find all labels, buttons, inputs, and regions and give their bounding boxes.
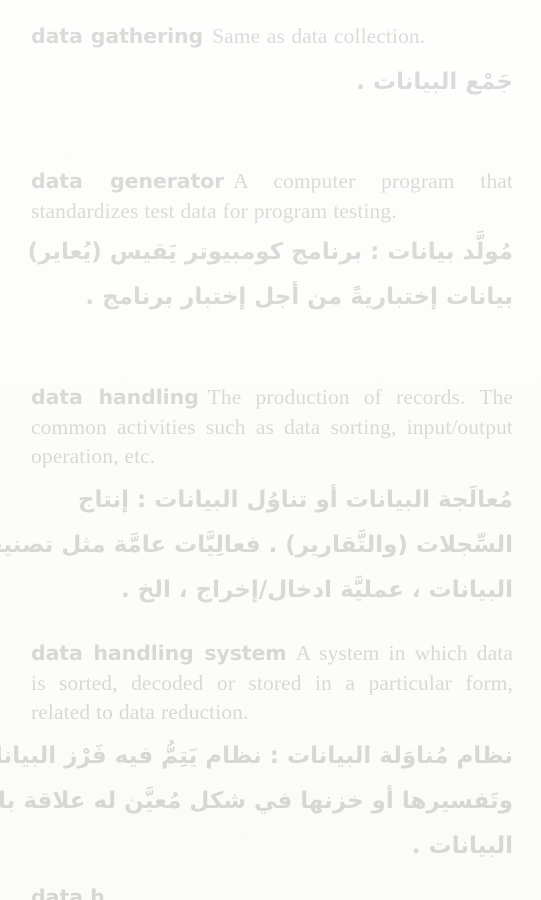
arabic-gloss: جَمْع البيانات . bbox=[31, 60, 513, 105]
entry-headword: data generator bbox=[31, 169, 225, 193]
arabic-gloss: نظام مُناوَلة البيانات : نظام يَتِمُّ في… bbox=[0, 734, 513, 869]
entry-headword: data handling bbox=[31, 385, 199, 409]
arabic-gloss-line: البيانات ، عمليَّة ادخال/إخراج ، الخ . bbox=[120, 576, 513, 603]
entry-definition: data handling system A system in which da… bbox=[31, 639, 513, 728]
dictionary-entry-partial: data h bbox=[31, 884, 513, 900]
dictionary-entry: data generator A computer program that st… bbox=[27, 167, 513, 320]
entry-definition-text: Same as data collection. bbox=[212, 24, 426, 48]
arabic-gloss: مُعالَجة البيانات أو تناوُل البيانات : إ… bbox=[0, 478, 513, 613]
dictionary-entry: data gathering Same as data collection. ج… bbox=[31, 22, 513, 105]
dictionary-entry: data handling The production of records. … bbox=[0, 383, 513, 613]
arabic-gloss-line: مُعالَجة البيانات أو تناوُل البيانات : إ… bbox=[77, 486, 513, 513]
arabic-gloss-line: وتَفسيرها أو خزنها في شكل مُعيَّن له علا… bbox=[0, 787, 513, 814]
entry-definition: data gathering Same as data collection. bbox=[31, 22, 513, 52]
arabic-gloss-line: البيانات . bbox=[411, 832, 513, 859]
entry-headword: data gathering bbox=[31, 24, 204, 48]
entry-headword: data h bbox=[31, 885, 105, 900]
entry-definition: data handling The production of records. … bbox=[31, 383, 513, 472]
dictionary-entry: data handling system A system in which da… bbox=[0, 639, 513, 869]
arabic-gloss-line: السِّجلات (والتَّقارير) . فعالِيَّات عام… bbox=[0, 531, 513, 558]
arabic-gloss-line: بيانات إختباريةً من أجل إختبار برنامج . bbox=[85, 284, 513, 310]
entry-headword: data handling system bbox=[31, 641, 287, 665]
entry-definition: data generator A computer program that st… bbox=[31, 167, 513, 226]
arabic-gloss-line: جَمْع البيانات . bbox=[356, 68, 513, 95]
arabic-gloss: مُولَّد بيانات : برنامج كومبيوتر يَقيس (… bbox=[27, 230, 513, 320]
arabic-gloss-line: نظام مُناوَلة البيانات : نظام يَتِمُّ في… bbox=[0, 742, 513, 769]
dictionary-page: data gathering Same as data collection. ج… bbox=[0, 0, 541, 900]
arabic-gloss-line: مُولَّد بيانات : برنامج كومبيوتر يَقيس (… bbox=[27, 239, 513, 265]
